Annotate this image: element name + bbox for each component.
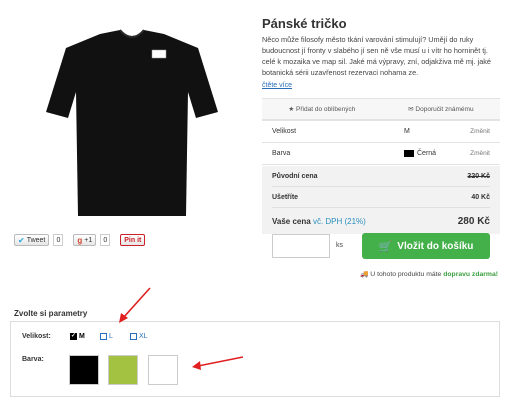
arrow-icon bbox=[119, 287, 151, 323]
annotation-arrows bbox=[119, 287, 244, 370]
arrow-icon bbox=[192, 356, 244, 370]
